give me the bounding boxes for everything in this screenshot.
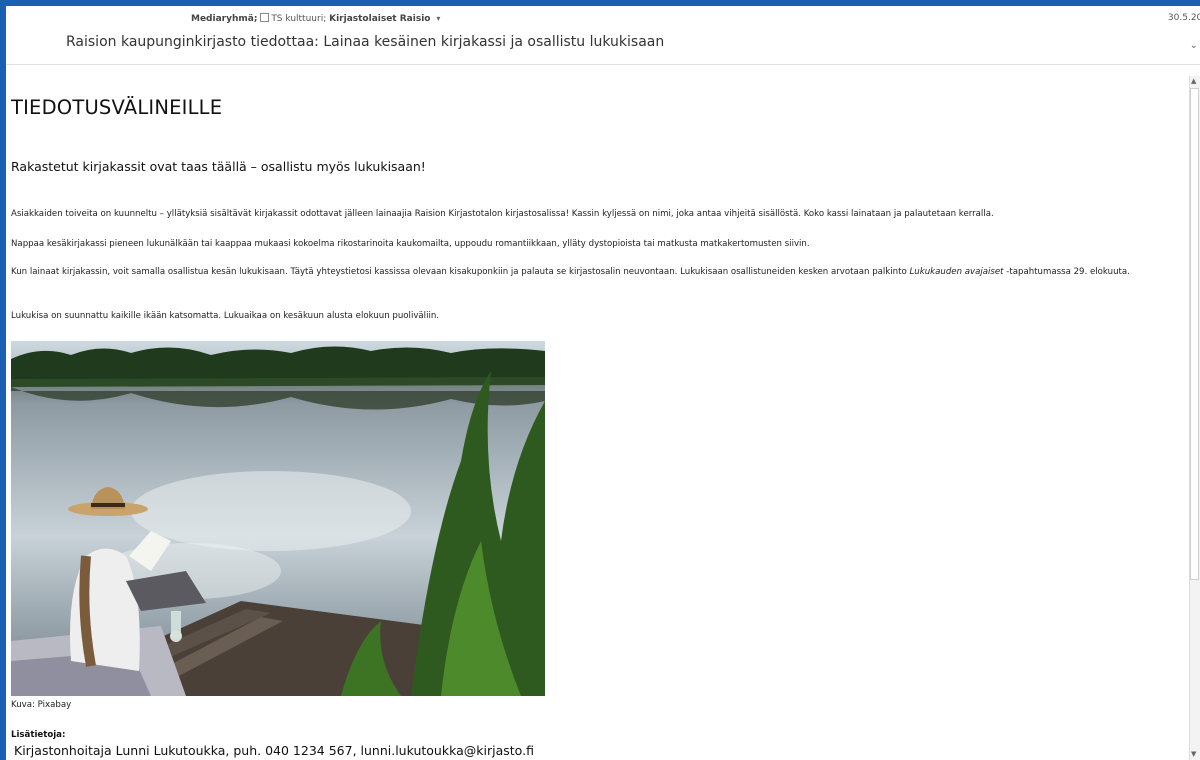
- recipient-mediaryhma[interactable]: Mediaryhmä;: [191, 14, 257, 24]
- more-info-label: Lisätietoja:: [11, 730, 66, 740]
- vertical-scrollbar[interactable]: ▲ ▼: [1189, 76, 1200, 760]
- lead-paragraph: Rakastetut kirjakassit ovat taas täällä …: [11, 159, 426, 174]
- page-title: TIEDOTUSVÄLINEILLE: [11, 96, 223, 119]
- body-paragraph-3: Kun lainaat kirjakassin, voit samalla os…: [11, 266, 1171, 279]
- body-paragraph-2: Nappaa kesäkirjakassi pieneen lukunälkää…: [11, 239, 810, 249]
- scroll-down-icon[interactable]: ▼: [1191, 750, 1196, 758]
- body-paragraph-1: Asiakkaiden toiveita on kuunneltu – yllä…: [11, 209, 994, 219]
- message-header: Mediaryhmä; TS kulttuuri; Kirjastolaiset…: [6, 6, 1200, 65]
- collapse-header-icon[interactable]: ⌄: [1190, 40, 1198, 51]
- email-window: Mediaryhmä; TS kulttuuri; Kirjastolaiset…: [6, 6, 1200, 760]
- message-date: 30.5.202: [1167, 13, 1200, 23]
- message-body: TIEDOTUSVÄLINEILLE Rakastetut kirjakassi…: [11, 68, 1176, 760]
- chevron-down-icon[interactable]: ▾: [436, 14, 440, 23]
- scroll-up-icon[interactable]: ▲: [1191, 77, 1196, 85]
- checkbox-icon: [260, 13, 270, 22]
- recipients-line: Mediaryhmä; TS kulttuuri; Kirjastolaiset…: [191, 13, 440, 24]
- paragraph-3-text: Kun lainaat kirjakassin, voit samalla os…: [11, 267, 910, 277]
- photo-credit: Kuva: Pixabay: [11, 700, 72, 710]
- paragraph-3-end: -tapahtumassa 29. elokuuta.: [1003, 267, 1130, 277]
- recipient-kirjastolaiset-raisio[interactable]: Kirjastolaiset Raisio: [329, 14, 430, 24]
- contact-info[interactable]: Kirjastonhoitaja Lunni Lukutoukka, puh. …: [14, 743, 534, 758]
- recipient-ts-kulttuuri[interactable]: TS kulttuuri;: [271, 14, 326, 24]
- body-paragraph-4: Lukukisa on suunnattu kaikille ikään kat…: [11, 311, 440, 321]
- scrollbar-thumb[interactable]: [1190, 88, 1199, 580]
- lake-reading-photo: [11, 341, 545, 696]
- message-subject: Raision kaupunginkirjasto tiedottaa: Lai…: [66, 34, 665, 50]
- event-name: Lukukauden avajaiset: [909, 267, 1004, 277]
